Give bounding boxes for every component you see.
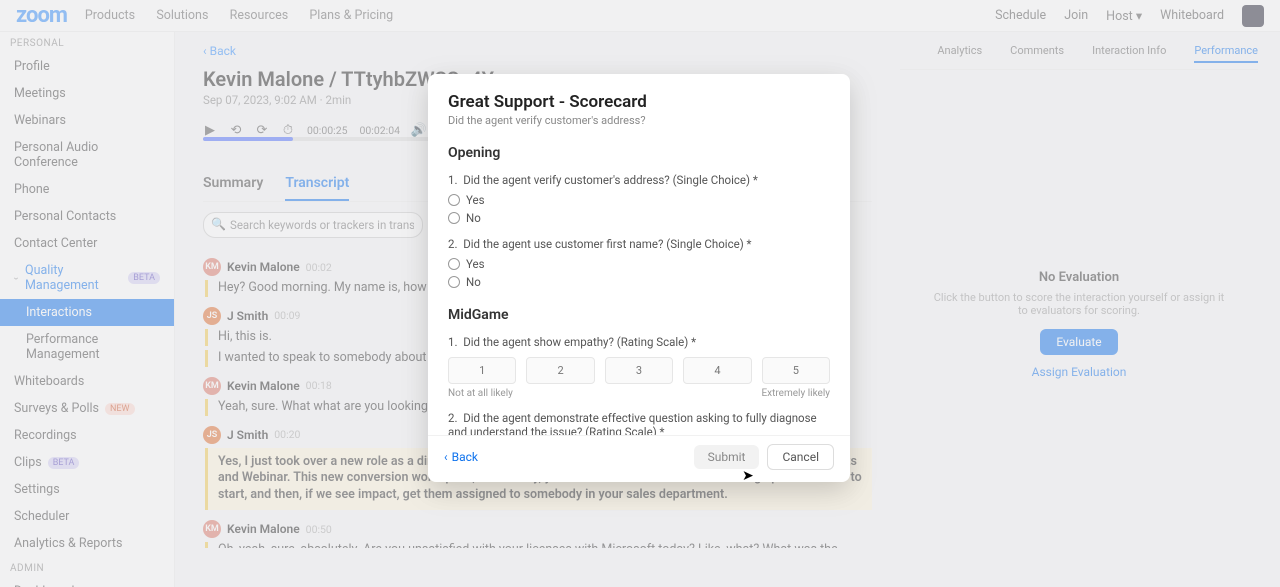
question: 2. Did the agent use customer first name… [448,237,830,251]
section-heading: Opening [448,145,830,161]
submit-button[interactable]: Submit [694,445,760,469]
scale-cell[interactable]: 1 [448,357,516,384]
scale-cell[interactable]: 4 [683,357,751,384]
radio-option[interactable]: No [448,275,830,289]
scale-cell[interactable]: 5 [762,357,830,384]
radio-icon [448,212,460,224]
scale-labels: Not at all likelyExtremely likely [448,388,830,399]
radio-option[interactable]: Yes [448,257,830,271]
modal-footer: ‹ Back Submit Cancel [428,435,850,482]
question: 1. Did the agent show empathy? (Rating S… [448,335,830,349]
rating-scale: 12345 [448,357,830,384]
scale-cell[interactable]: 3 [605,357,673,384]
question: 1. Did the agent verify customer's addre… [448,173,830,187]
radio-icon [448,194,460,206]
radio-option[interactable]: No [448,211,830,225]
radio-icon [448,276,460,288]
scorecard-modal: Great Support - Scorecard Did the agent … [428,74,850,482]
modal-back-button[interactable]: ‹ Back [444,450,478,464]
radio-icon [448,258,460,270]
cancel-button[interactable]: Cancel [767,444,834,470]
radio-option[interactable]: Yes [448,193,830,207]
scale-cell[interactable]: 2 [526,357,594,384]
modal-subtitle: Did the agent verify customer's address? [448,114,830,127]
section-heading: MidGame [448,307,830,323]
modal-title: Great Support - Scorecard [448,92,830,112]
question: 2. Did the agent demonstrate effective q… [448,411,830,435]
